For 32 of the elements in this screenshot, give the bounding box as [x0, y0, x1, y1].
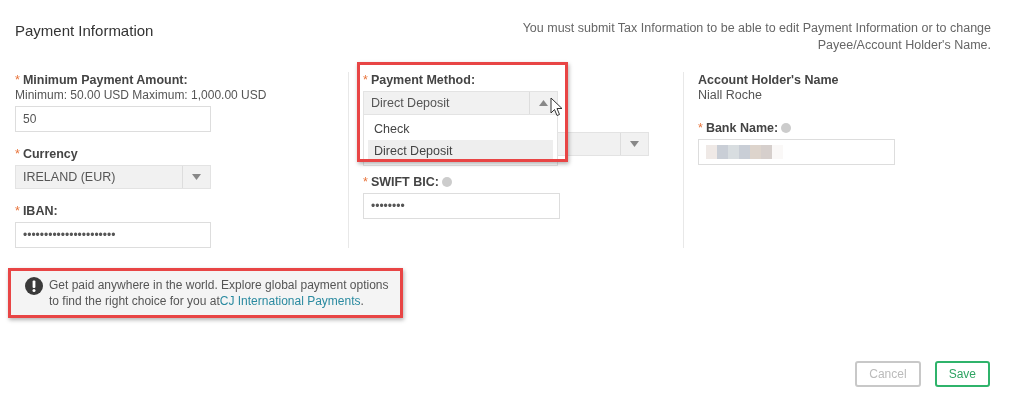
currency-select[interactable]: IRELAND (EUR) — [15, 165, 211, 189]
bank-name-field[interactable] — [698, 139, 895, 165]
caret-icon — [539, 100, 548, 106]
required-asterisk: * — [15, 73, 20, 87]
field-label: IBAN: — [22, 204, 58, 218]
required-asterisk: * — [363, 175, 368, 189]
swift-field[interactable]: •••••••• — [363, 193, 560, 219]
iban-field[interactable]: •••••••••••••••••••••• — [15, 222, 211, 248]
required-asterisk: * — [15, 204, 20, 218]
page-title: Payment Information — [15, 22, 154, 39]
field-label: Currency — [22, 147, 78, 161]
exclamation-icon — [25, 277, 43, 295]
payments-link[interactable]: CJ International Payments — [219, 294, 361, 308]
account-holder-name: Niall Roche — [698, 88, 763, 104]
field-label: Account Holder's Name — [698, 73, 839, 87]
notice-text: You must submit Tax Information to be able to edit Payment Information or to change Payee/Account Holder's Name. — [521, 20, 991, 54]
required-asterisk: * — [15, 147, 20, 161]
amount-hint: Minimum: 50.00 USD Maximum: 1,000.00 USD — [15, 88, 268, 103]
caret-icon — [630, 141, 639, 147]
caret-icon — [192, 174, 201, 180]
help-icon[interactable] — [441, 177, 452, 187]
field-label: Bank Name: — [705, 121, 779, 135]
required-asterisk: * — [363, 73, 368, 87]
amount-field[interactable]: 50 — [15, 106, 211, 132]
help-icon[interactable] — [781, 123, 792, 133]
dropdown-option[interactable]: Check — [368, 118, 553, 140]
field-label: Payment Method: — [370, 73, 476, 87]
field-label: SWIFT BIC: — [370, 175, 439, 189]
field-label: Minimum Payment Amount: — [22, 73, 188, 87]
info-text: Get paid anywhere in the world. Explore global payment options to find the right choice for you atCJ International Payments. — [49, 277, 390, 309]
required-asterisk: * — [698, 121, 703, 135]
payment-method-select[interactable]: Direct Deposit — [363, 91, 558, 115]
